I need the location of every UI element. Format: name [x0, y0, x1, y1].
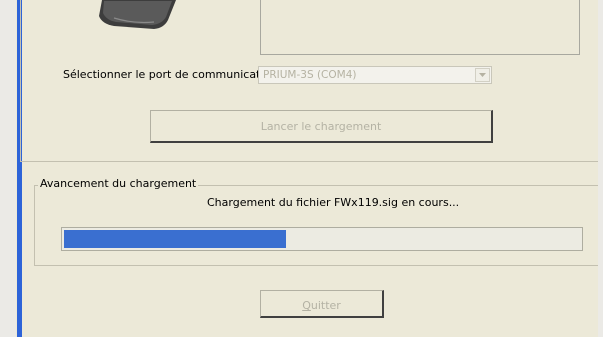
device-image: [99, 0, 176, 29]
progress-bar-fill: [64, 230, 286, 248]
progress-bar: [61, 227, 583, 251]
port-select[interactable]: PRIUM-3S (COM4): [258, 66, 492, 84]
port-select-value: PRIUM-3S (COM4): [263, 69, 357, 81]
port-label: Sélectionner le port de communication :: [63, 68, 285, 81]
progress-group-title: Avancement du chargement: [38, 177, 199, 190]
quit-button[interactable]: Quitter: [260, 290, 384, 318]
window-right-edge: [598, 0, 603, 337]
status-text: Chargement du fichier FWx119.sig en cour…: [207, 196, 460, 209]
quit-button-label: Quitter: [302, 299, 341, 312]
start-load-button[interactable]: Lancer le chargement: [150, 110, 493, 143]
start-load-button-label: Lancer le chargement: [260, 120, 382, 133]
chevron-down-icon[interactable]: [475, 68, 490, 82]
info-textbox: [260, 0, 580, 55]
